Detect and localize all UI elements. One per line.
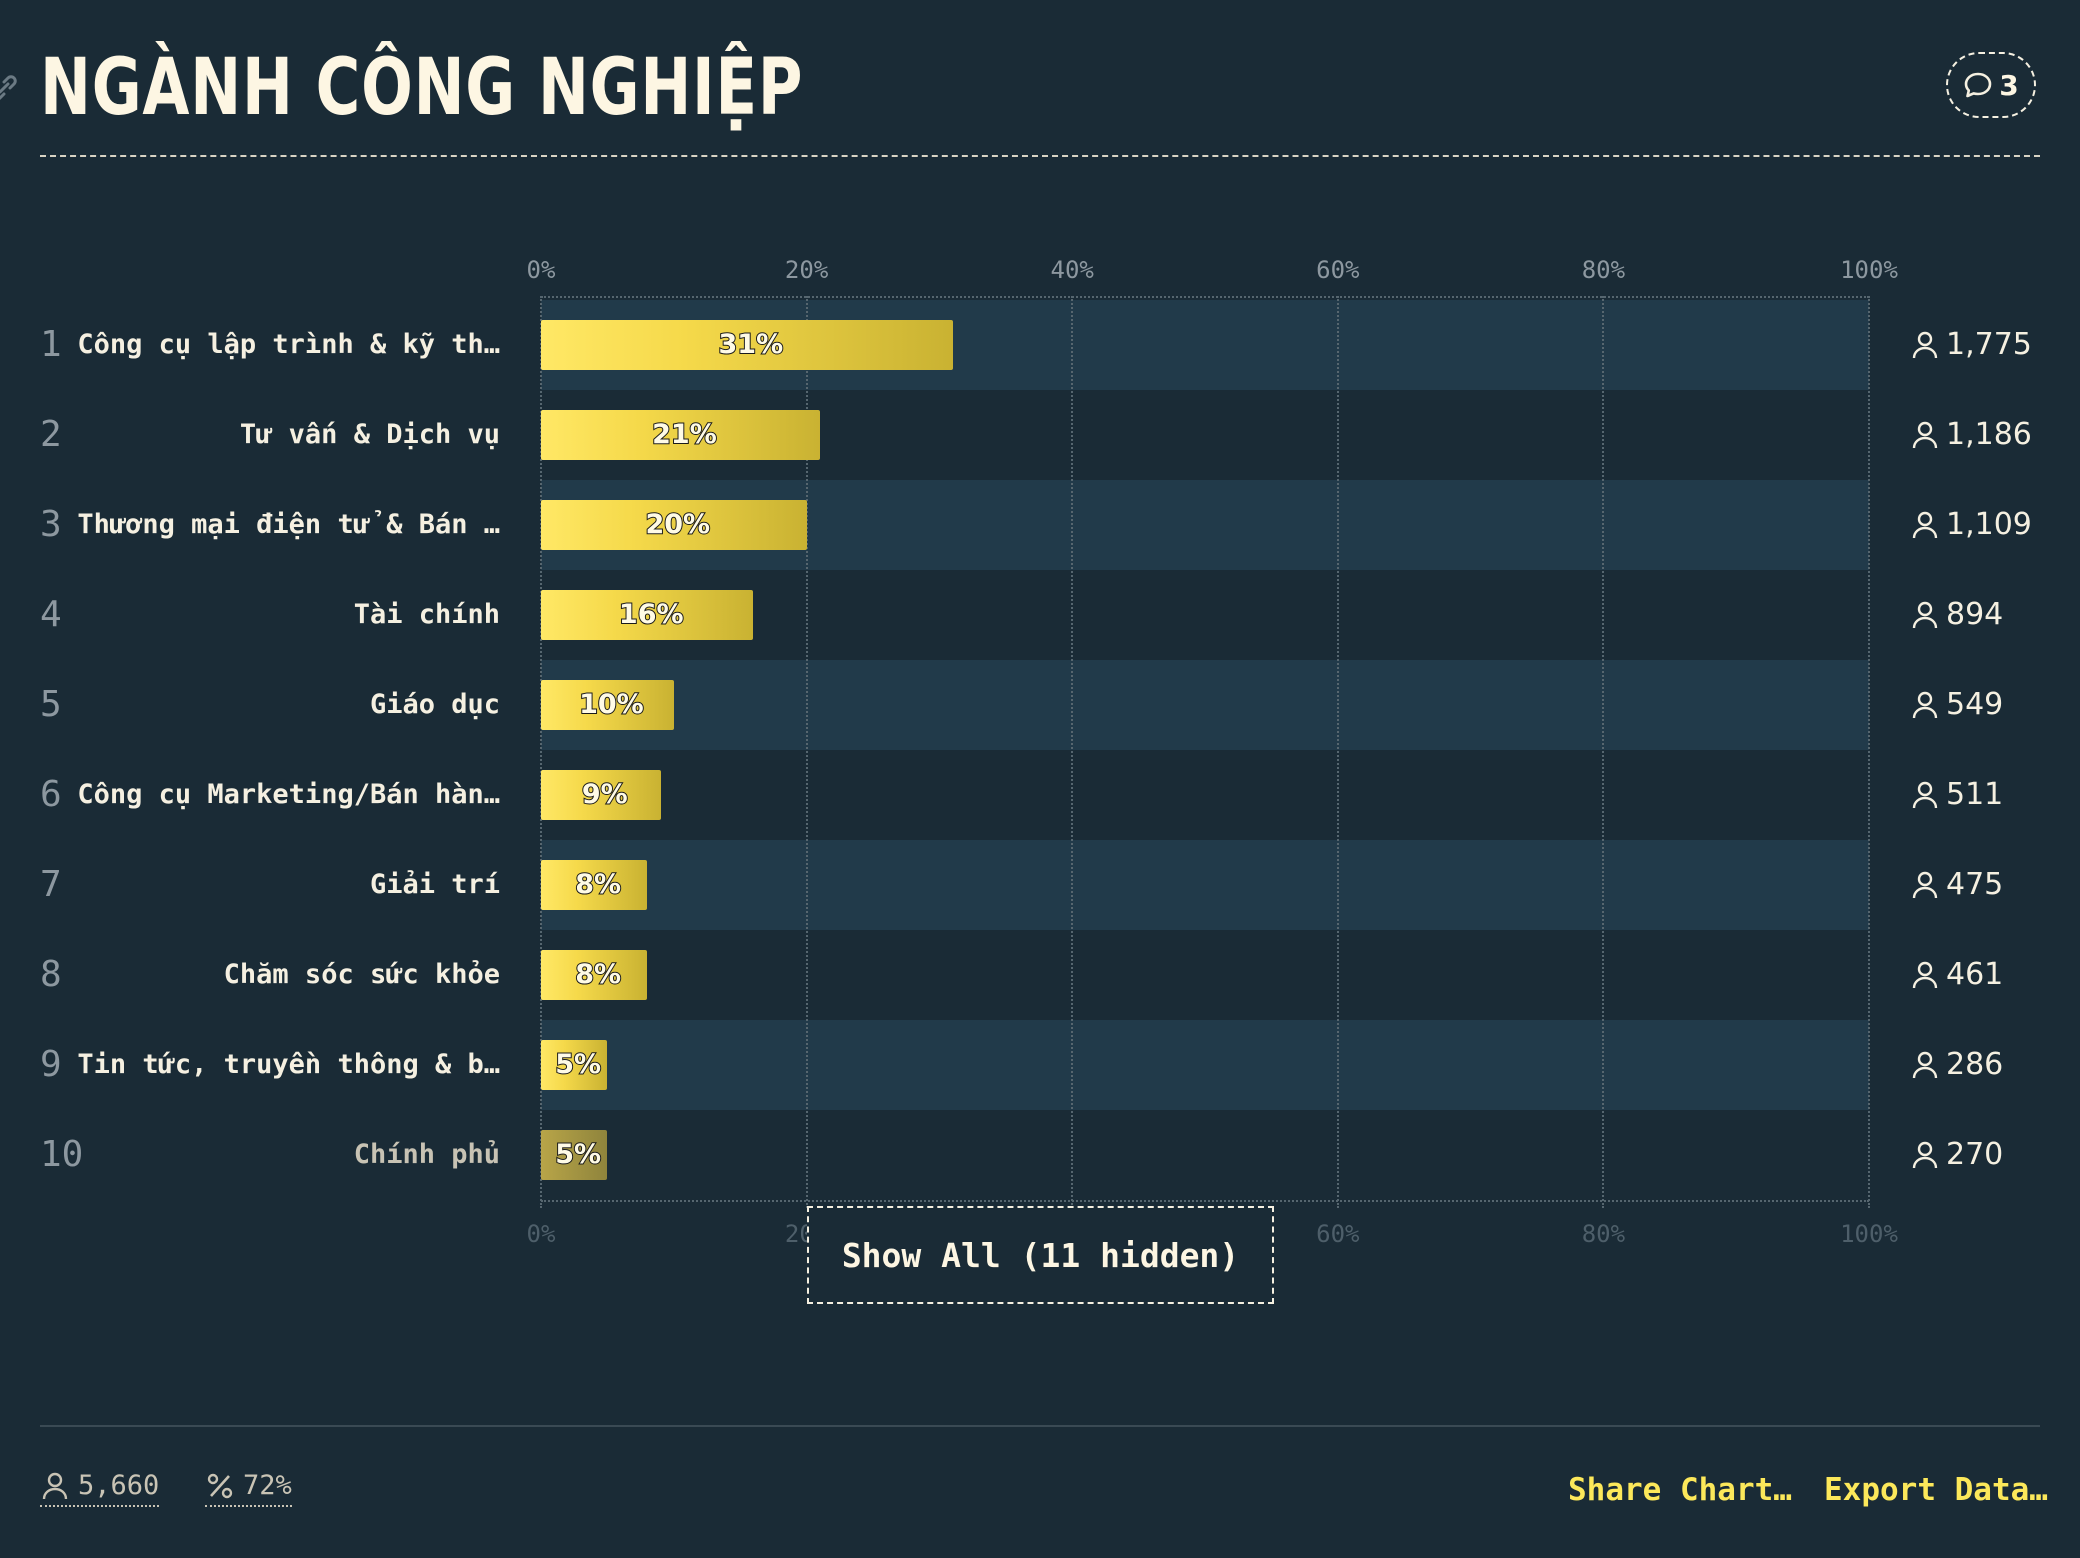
bar-value-label: 5%	[554, 1048, 602, 1081]
bar-value-label: 9%	[581, 778, 629, 811]
x-tick-label-bottom: 0%	[526, 1220, 556, 1248]
user-icon	[1912, 1141, 1938, 1169]
axis-rule-top	[541, 296, 1869, 298]
x-tick-label-top: 80%	[1581, 256, 1626, 284]
comment-icon	[1964, 72, 1992, 98]
respondent-count: 475	[1910, 840, 2003, 930]
user-icon	[1912, 961, 1938, 989]
link-icon[interactable]	[0, 72, 20, 104]
gridline	[1071, 296, 1074, 1208]
x-tick-label-top: 40%	[1050, 256, 1094, 284]
category-label: Chăm sóc sức khỏe	[223, 959, 500, 990]
respondent-count-value: 511	[1946, 777, 2004, 812]
rank-number: 5	[40, 684, 62, 725]
bar-value-label: 8%	[574, 868, 622, 901]
respondent-count-value: 1,109	[1946, 507, 2032, 542]
x-tick-label-bottom: 100%	[1840, 1220, 1898, 1248]
row-band	[541, 840, 1869, 930]
row-band	[541, 750, 1869, 840]
rank-number: 4	[40, 594, 62, 635]
category-label: Công cụ Marketing/Bán hàn…	[77, 779, 500, 810]
bar-value-label: 8%	[574, 958, 622, 991]
x-tick-label-top: 0%	[526, 256, 556, 284]
rank-number: 3	[40, 504, 62, 545]
user-icon	[42, 1472, 68, 1499]
respondent-count-value: 475	[1946, 867, 2004, 902]
category-label: Giáo dục	[369, 689, 500, 720]
user-icon	[1912, 691, 1938, 719]
respondent-count: 270	[1910, 1110, 2003, 1200]
respondent-count-value: 286	[1946, 1047, 2004, 1082]
rank-number: 8	[40, 954, 62, 995]
x-tick-label-top: 20%	[784, 256, 829, 284]
bar-value-label: 10%	[578, 688, 645, 721]
category-label: Công cụ lập trình & kỹ th…	[77, 329, 500, 360]
footer-divider	[40, 1425, 2040, 1427]
respondent-count: 549	[1910, 660, 2003, 750]
comments-button[interactable]: 3	[1946, 52, 2036, 118]
gridline	[1602, 296, 1605, 1208]
response-rate-value: 72%	[243, 1470, 292, 1501]
rank-number: 7	[40, 864, 62, 905]
bar-value-label: 16%	[618, 598, 685, 631]
bar-value-label: 5%	[554, 1138, 602, 1171]
respondent-count-value: 1,186	[1946, 417, 2032, 452]
category-label: Tin tức, truyền thông & b…	[77, 1049, 500, 1080]
user-icon	[1912, 781, 1938, 809]
x-tick-label-top: 60%	[1316, 256, 1360, 284]
rank-number: 10	[40, 1134, 84, 1175]
row-band	[541, 930, 1869, 1020]
user-icon	[1912, 871, 1938, 899]
user-icon	[1912, 331, 1938, 359]
respondent-count-value: 461	[1946, 957, 2004, 992]
row-band	[541, 660, 1869, 750]
category-label: Chính phủ	[353, 1139, 500, 1170]
gridline	[1868, 296, 1870, 1208]
category-label: Tài chính	[353, 599, 500, 630]
respondent-count: 1,109	[1910, 480, 2032, 570]
category-label: Giải trí	[369, 869, 500, 900]
respondent-total-value: 5,660	[78, 1470, 160, 1501]
comment-count: 3	[1999, 68, 2019, 102]
axis-rule-bottom	[541, 1200, 1869, 1202]
x-tick-label-top: 100%	[1840, 256, 1898, 284]
row-band	[541, 1110, 1869, 1200]
respondent-count: 461	[1910, 930, 2003, 1020]
gridline	[1336, 296, 1339, 1208]
header-divider	[40, 155, 2040, 157]
row-band	[541, 1020, 1869, 1110]
percent-icon	[207, 1473, 233, 1498]
share-chart-link[interactable]: Share Chart…	[1568, 1472, 1792, 1508]
user-icon	[1912, 601, 1938, 629]
rank-number: 1	[40, 324, 62, 365]
rank-number: 9	[40, 1044, 62, 1085]
response-rate[interactable]: 72%	[205, 1470, 292, 1507]
user-icon	[1912, 421, 1938, 449]
rank-number: 6	[40, 774, 62, 815]
category-label: Thương mại điện tử & Bán …	[77, 509, 500, 540]
x-tick-label-bottom: 80%	[1581, 1220, 1626, 1248]
respondent-count-value: 894	[1946, 597, 2004, 632]
respondent-count-value: 549	[1946, 687, 2004, 722]
user-icon	[1912, 1051, 1938, 1079]
respondent-count: 1,775	[1910, 300, 2032, 390]
bar-value-label: 31%	[718, 328, 785, 361]
x-tick-label-bottom: 60%	[1316, 1220, 1360, 1248]
respondent-count: 286	[1910, 1020, 2003, 1110]
bar-value-label: 20%	[644, 508, 711, 541]
export-data-link[interactable]: Export Data…	[1824, 1472, 2048, 1508]
page-title: NGÀNH CÔNG NGHIỆP	[40, 43, 804, 133]
respondent-count: 894	[1910, 570, 2003, 660]
show-all-button[interactable]: Show All (11 hidden)	[807, 1206, 1274, 1304]
respondent-count-value: 1,775	[1946, 327, 2032, 362]
bar-value-label: 21%	[651, 418, 718, 451]
respondent-total[interactable]: 5,660	[40, 1470, 160, 1507]
respondent-count: 1,186	[1910, 390, 2032, 480]
respondent-count: 511	[1910, 750, 2003, 840]
category-label: Tư vấn & Dịch vụ	[239, 419, 500, 450]
respondent-count-value: 270	[1946, 1137, 2004, 1172]
user-icon	[1912, 511, 1938, 539]
rank-number: 2	[40, 414, 62, 455]
